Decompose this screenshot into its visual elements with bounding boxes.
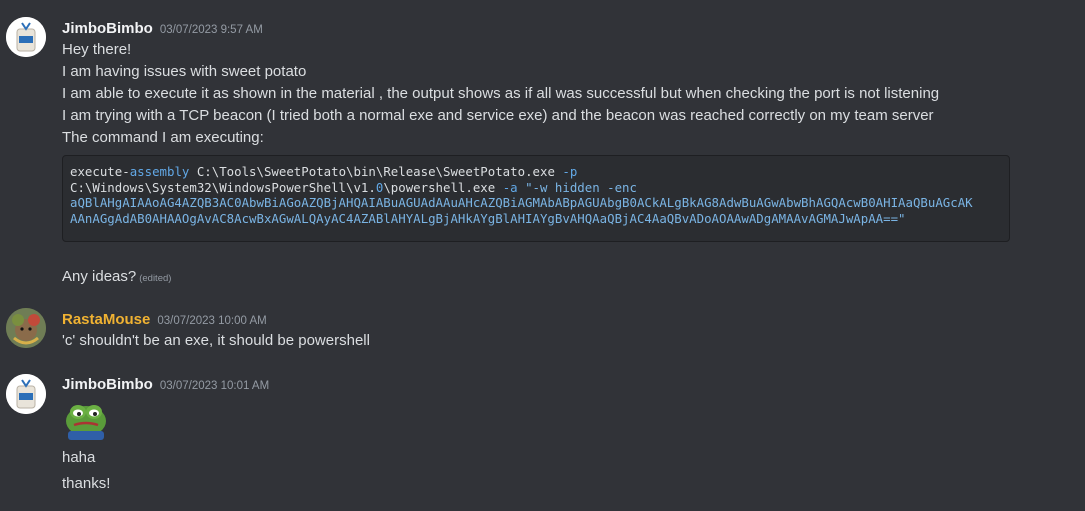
- message-line: I am having issues with sweet potato: [62, 63, 307, 80]
- message-text: Any ideas?: [62, 268, 137, 285]
- code-flag: -p: [562, 164, 578, 179]
- message-header: JimboBimbo 03/07/2023 9:57 AM: [62, 20, 263, 38]
- code-keyword: assembly: [129, 164, 190, 179]
- message-line: Hey there!: [62, 41, 132, 58]
- message-line: I am trying with a TCP beacon (I tried b…: [62, 107, 934, 124]
- message-line: Any ideas? (edited): [62, 268, 171, 285]
- message-header: RastaMouse 03/07/2023 10:00 AM: [62, 311, 267, 329]
- message-timestamp: 03/07/2023 10:01 AM: [159, 380, 270, 392]
- edited-label: (edited): [139, 273, 172, 284]
- bread-icon: [6, 17, 46, 57]
- code-string: AAnAGgAdAB0AHAAOgAvAC8AcwBxAGwALQAyAC4AZ…: [70, 210, 906, 226]
- message-line: thanks!: [62, 475, 111, 492]
- code-text: C:\Windows\System32\WindowsPowerShell\v1…: [70, 179, 376, 195]
- avatar-rastamouse[interactable]: [6, 308, 46, 348]
- code-flag: -a: [502, 179, 518, 195]
- code-block[interactable]: execute-assembly C:\Tools\SweetPotato\bi…: [62, 155, 1010, 242]
- avatar-jimbobimbo[interactable]: [6, 17, 46, 57]
- message-header: JimboBimbo 03/07/2023 10:01 AM: [62, 376, 269, 394]
- bread-icon: [6, 374, 46, 414]
- code-text: \powershell.exe: [383, 179, 503, 195]
- message-timestamp: 03/07/2023 9:57 AM: [159, 24, 263, 36]
- author-name[interactable]: JimboBimbo: [62, 376, 153, 393]
- message-line: 'c' shouldn't be an exe, it should be po…: [62, 332, 370, 349]
- author-name[interactable]: JimboBimbo: [62, 20, 153, 37]
- author-name[interactable]: RastaMouse: [62, 311, 150, 328]
- code-text: execute-: [70, 164, 130, 179]
- message-line: haha: [62, 449, 96, 466]
- code-string: "-w hidden -enc: [525, 179, 637, 195]
- message-line: I am able to execute it as shown in the …: [62, 85, 940, 102]
- message-timestamp: 03/07/2023 10:00 AM: [157, 315, 267, 327]
- code-text: C:\Tools\SweetPotato\bin\Release\SweetPo…: [189, 164, 563, 179]
- rasta-mouse-icon: [6, 308, 46, 348]
- avatar-jimbobimbo[interactable]: [6, 374, 46, 414]
- message-line: The command I am executing:: [62, 129, 264, 146]
- sad-frog-emoji-icon[interactable]: [62, 397, 110, 441]
- code-string: aQBlAHgAIAAoAG4AZQB3AC0AbwBiAGoAZQBjAHQA…: [70, 195, 973, 211]
